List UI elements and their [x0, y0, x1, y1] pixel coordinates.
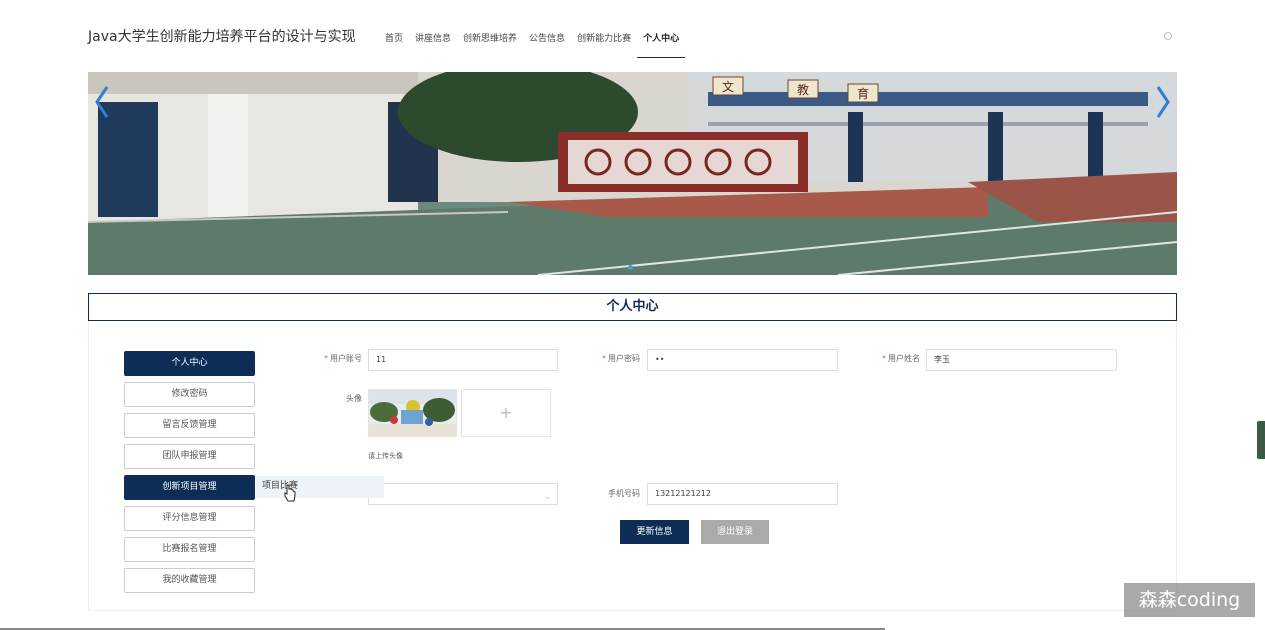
password-field[interactable]: •• — [647, 349, 838, 371]
sidebar-item-feedback[interactable]: 留言反馈管理 — [124, 413, 255, 438]
account-field[interactable]: 11 — [368, 349, 558, 371]
upload-hint: 请上传头像 — [368, 452, 403, 460]
phone-field[interactable]: 13212121212 — [647, 483, 838, 505]
sidebar-item-change-password[interactable]: 修改密码 — [124, 382, 255, 407]
banner-sign-2: 教 — [797, 82, 809, 97]
side-feedback-tab[interactable] — [1257, 421, 1265, 459]
carousel-dot[interactable] — [628, 265, 633, 270]
chevron-down-icon: ⌄ — [544, 492, 551, 501]
banner-prev-arrow-icon[interactable] — [92, 82, 112, 122]
nav-personal-center[interactable]: 个人中心 — [637, 31, 686, 59]
nav-lectures[interactable]: 讲座信息 — [415, 31, 451, 59]
main-nav: 首页 讲座信息 创新思维培养 公告信息 创新能力比赛 个人中心 — [385, 31, 686, 59]
nav-announcements[interactable]: 公告信息 — [529, 31, 565, 59]
account-label: * 用户账号 — [324, 354, 362, 363]
sidebar-item-team-application[interactable]: 团队申报管理 — [124, 444, 255, 469]
avatar-label: 头像 — [346, 394, 362, 403]
nav-competitions[interactable]: 创新能力比赛 — [577, 31, 631, 59]
password-label: * 用户密码 — [602, 354, 640, 363]
sidebar-item-favorites[interactable]: 我的收藏管理 — [124, 568, 255, 593]
site-title: Java大学生创新能力培养平台的设计与实现 — [88, 29, 356, 45]
sidebar-item-personal-center[interactable]: 个人中心 — [124, 351, 255, 376]
user-avatar-icon[interactable] — [1164, 32, 1172, 40]
hand-cursor-icon — [284, 484, 296, 502]
name-label: * 用户姓名 — [882, 354, 920, 363]
banner-next-arrow-icon[interactable] — [1153, 82, 1173, 122]
add-avatar-button[interactable]: + — [461, 389, 551, 437]
banner-image: 文 教 育 — [88, 72, 1177, 275]
sidebar-item-scoring[interactable]: 评分信息管理 — [124, 506, 255, 531]
sidebar-item-innovation-projects[interactable]: 创新项目管理 — [124, 475, 255, 500]
avatar-thumbnail — [369, 390, 456, 436]
name-field[interactable]: 李玉 — [926, 349, 1117, 371]
page: Java大学生创新能力培养平台的设计与实现 首页 讲座信息 创新思维培养 公告信… — [0, 0, 1265, 630]
logout-button[interactable]: 退出登录 — [701, 520, 769, 544]
phone-label: 手机号码 — [608, 489, 640, 498]
update-info-button[interactable]: 更新信息 — [620, 520, 689, 544]
watermark: 森森coding — [1124, 583, 1255, 617]
carousel-indicators — [628, 265, 633, 270]
section-title: 个人中心 — [88, 293, 1177, 321]
project-select[interactable]: ⌄ — [368, 483, 558, 505]
sidebar-item-competition-registration[interactable]: 比赛报名管理 — [124, 537, 255, 562]
nav-innovative-thinking[interactable]: 创新思维培养 — [463, 31, 517, 59]
banner-sign-1: 文 — [722, 79, 734, 94]
nav-home[interactable]: 首页 — [385, 31, 403, 59]
dropdown-item-project-competition[interactable]: 项目比赛 — [256, 476, 384, 498]
banner-carousel: 文 教 育 — [88, 72, 1177, 275]
avatar-image[interactable] — [368, 389, 457, 437]
banner-sign-3: 育 — [857, 86, 869, 101]
